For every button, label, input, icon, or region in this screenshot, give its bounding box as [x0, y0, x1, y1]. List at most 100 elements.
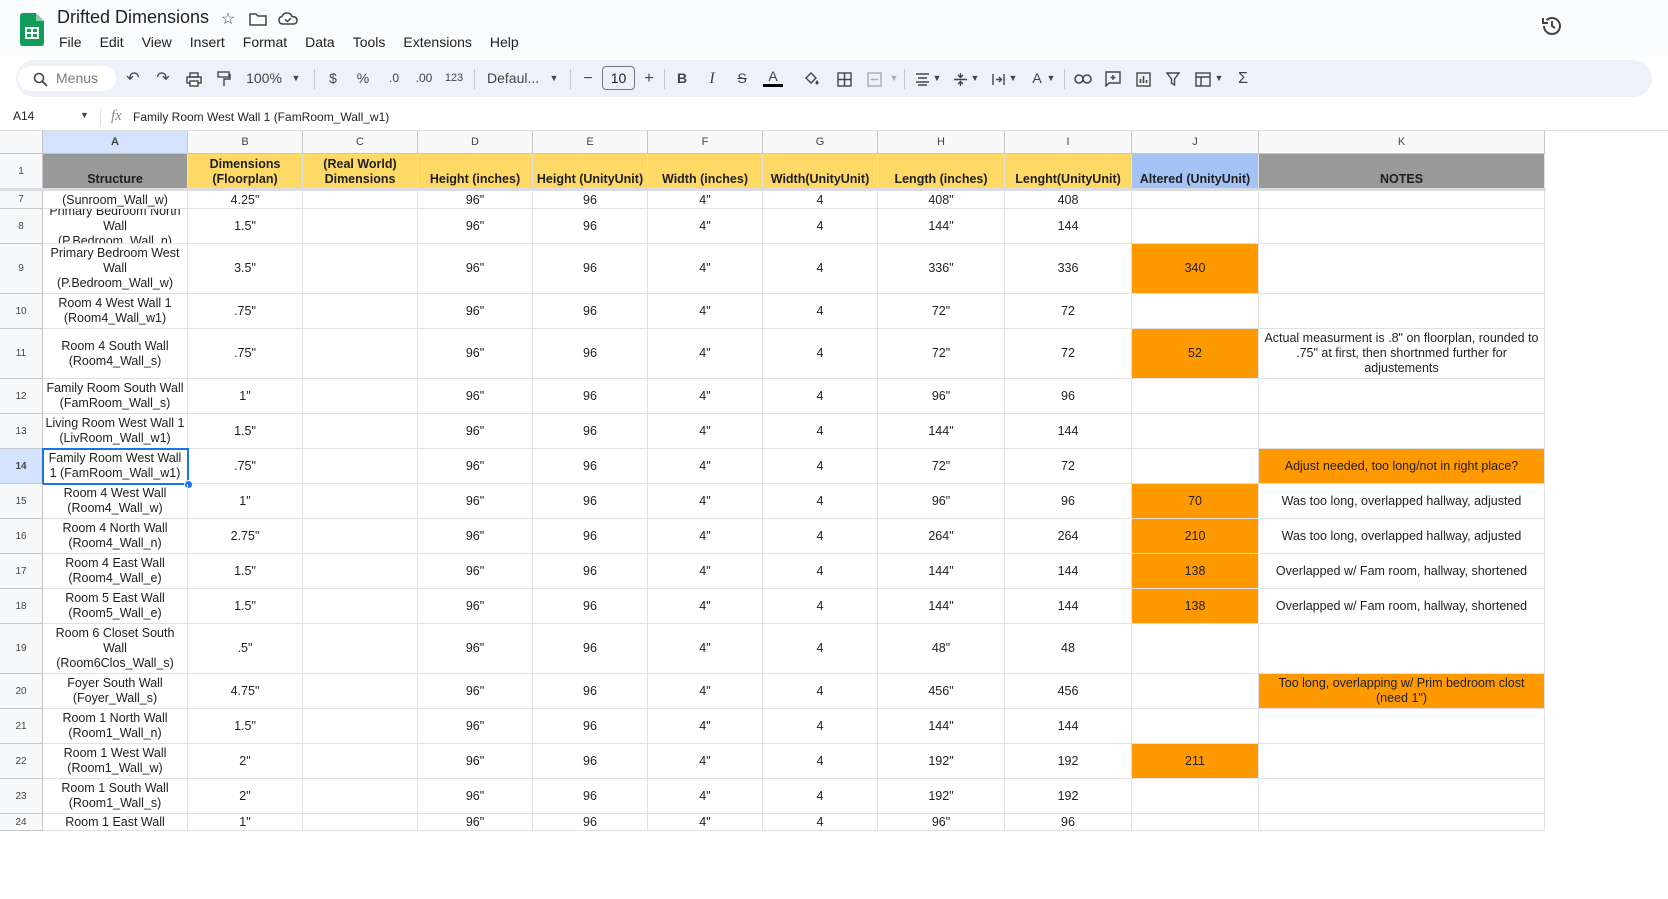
table-cell[interactable]: 72 — [1005, 294, 1132, 329]
table-cell[interactable] — [1132, 379, 1259, 414]
row-header[interactable]: 9 — [0, 244, 43, 294]
table-cell[interactable]: 96 — [533, 244, 648, 294]
menu-edit[interactable]: Edit — [91, 32, 133, 52]
column-header-a[interactable]: A — [43, 131, 188, 154]
table-cell[interactable]: 4" — [648, 779, 763, 814]
column-header-e[interactable]: E — [533, 131, 648, 154]
table-cell[interactable]: 4 — [763, 709, 878, 744]
row-header[interactable]: 18 — [0, 589, 43, 624]
filter-views-icon[interactable] — [1193, 60, 1213, 97]
table-cell[interactable]: Too long, overlapping w/ Prim bedroom cl… — [1259, 674, 1545, 709]
sheets-logo-icon[interactable] — [20, 13, 44, 46]
table-cell[interactable] — [1132, 209, 1259, 244]
table-cell[interactable]: 4" — [648, 709, 763, 744]
table-cell[interactable]: 4" — [648, 554, 763, 589]
table-cell[interactable]: 211 — [1132, 744, 1259, 779]
table-cell[interactable] — [1259, 709, 1545, 744]
table-cell[interactable]: 96 — [533, 779, 648, 814]
table-cell[interactable]: 52 — [1132, 329, 1259, 379]
table-cell[interactable]: 4 — [763, 379, 878, 414]
column-header-g[interactable]: G — [763, 131, 878, 154]
row-header[interactable]: 10 — [0, 294, 43, 329]
table-cell[interactable]: 4" — [648, 191, 763, 209]
table-cell[interactable]: Room 1 East Wall — [43, 814, 188, 831]
table-cell[interactable]: 4" — [648, 414, 763, 449]
chevron-down-icon[interactable]: ▼ — [1008, 60, 1018, 97]
table-cell[interactable]: 96 — [533, 329, 648, 379]
table-cell[interactable] — [303, 744, 418, 779]
table-cell[interactable]: Primary Bedroom West Wall (P.Bedroom_Wal… — [43, 244, 188, 294]
table-cell[interactable]: 264 — [1005, 519, 1132, 554]
table-cell[interactable]: 1" — [188, 379, 303, 414]
table-cell[interactable] — [303, 674, 418, 709]
table-cell[interactable]: Room 4 East Wall (Room4_Wall_e) — [43, 554, 188, 589]
table-cell[interactable]: 96" — [418, 814, 533, 831]
table-cell[interactable]: 408" — [878, 191, 1005, 209]
row-header[interactable]: 19 — [0, 624, 43, 674]
table-cell[interactable]: Overlapped w/ Fam room, hallway, shorten… — [1259, 589, 1545, 624]
table-cell[interactable]: 72" — [878, 294, 1005, 329]
table-cell[interactable]: 144" — [878, 589, 1005, 624]
star-icon[interactable]: ☆ — [218, 10, 238, 30]
table-cell[interactable]: 144 — [1005, 554, 1132, 589]
table-cell[interactable]: 2" — [188, 779, 303, 814]
row-header[interactable]: 14 — [0, 449, 43, 484]
insert-chart-icon[interactable] — [1133, 60, 1153, 97]
table-cell[interactable] — [1259, 191, 1545, 209]
filter-icon[interactable] — [1163, 60, 1183, 97]
table-cell[interactable]: 144" — [878, 554, 1005, 589]
table-cell[interactable] — [1132, 674, 1259, 709]
table-cell[interactable] — [1259, 779, 1545, 814]
row-header[interactable]: 8 — [0, 209, 43, 244]
chevron-down-icon[interactable]: ▼ — [290, 60, 302, 97]
table-cell[interactable]: 4.25" — [188, 191, 303, 209]
chevron-down-icon[interactable]: ▼ — [548, 60, 560, 97]
table-cell[interactable] — [1259, 744, 1545, 779]
table-cell[interactable]: 96 — [533, 449, 648, 484]
table-cell[interactable] — [1132, 191, 1259, 209]
table-cell[interactable]: 144" — [878, 209, 1005, 244]
table-cell[interactable] — [303, 484, 418, 519]
table-cell[interactable]: 96" — [878, 814, 1005, 831]
table-cell[interactable]: Adjust needed, too long/not in right pla… — [1259, 449, 1545, 484]
table-cell[interactable]: 4 — [763, 414, 878, 449]
chevron-down-icon[interactable]: ▼ — [888, 60, 900, 97]
paint-format-icon[interactable] — [213, 60, 235, 97]
table-cell[interactable]: .75" — [188, 329, 303, 379]
font-size-increase-button[interactable]: + — [641, 60, 657, 97]
bold-button[interactable]: B — [674, 60, 690, 97]
table-cell[interactable]: 340 — [1132, 244, 1259, 294]
menu-search-placeholder[interactable]: Menus — [56, 60, 102, 97]
text-rotation-button[interactable]: A — [1028, 60, 1046, 97]
row-header[interactable]: 17 — [0, 554, 43, 589]
table-cell[interactable]: 4 — [763, 744, 878, 779]
header-cell[interactable]: NOTES — [1259, 154, 1545, 189]
table-cell[interactable]: 138 — [1132, 589, 1259, 624]
table-cell[interactable]: 96" — [418, 709, 533, 744]
table-cell[interactable]: 4 — [763, 329, 878, 379]
header-cell[interactable]: Width (inches) — [648, 154, 763, 189]
table-cell[interactable]: 408 — [1005, 191, 1132, 209]
undo-icon[interactable]: ↶ — [123, 60, 143, 97]
table-cell[interactable] — [303, 779, 418, 814]
table-cell[interactable]: Room 6 Closet South Wall (Room6Clos_Wall… — [43, 624, 188, 674]
table-cell[interactable]: Room 5 East Wall (Room5_Wall_e) — [43, 589, 188, 624]
header-cell[interactable]: Height (inches) — [418, 154, 533, 189]
print-icon[interactable] — [183, 60, 205, 97]
table-cell[interactable] — [303, 294, 418, 329]
column-header-i[interactable]: I — [1005, 131, 1132, 154]
table-cell[interactable] — [1259, 209, 1545, 244]
fill-color-icon[interactable] — [802, 60, 822, 97]
table-cell[interactable]: 96 — [1005, 484, 1132, 519]
vertical-align-icon[interactable] — [950, 60, 970, 97]
table-cell[interactable] — [1259, 294, 1545, 329]
menu-tools[interactable]: Tools — [344, 32, 395, 52]
table-cell[interactable]: 4 — [763, 779, 878, 814]
table-cell[interactable]: Sunroom West Wall (Sunroom_Wall_w) — [43, 191, 188, 209]
table-cell[interactable] — [1132, 779, 1259, 814]
table-cell[interactable]: 72" — [878, 449, 1005, 484]
row-header[interactable]: 23 — [0, 779, 43, 814]
table-cell[interactable]: 96 — [533, 414, 648, 449]
table-cell[interactable]: 96 — [533, 589, 648, 624]
menu-file[interactable]: File — [50, 32, 91, 52]
